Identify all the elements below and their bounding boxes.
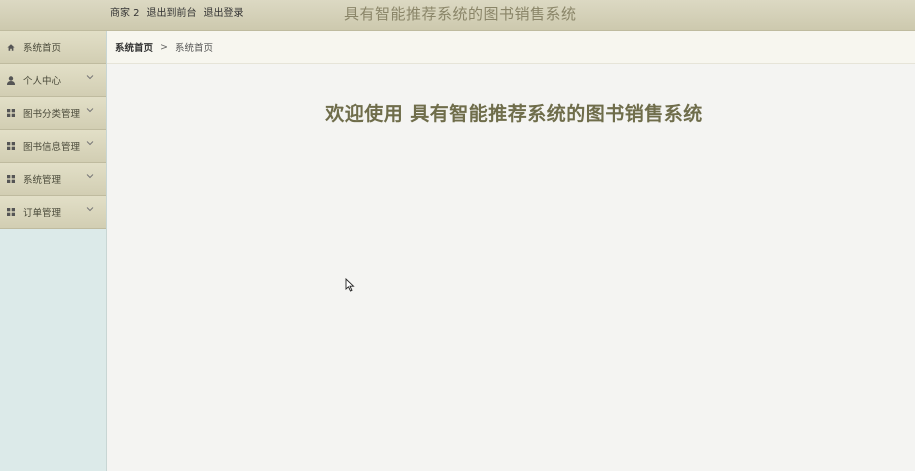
sidebar-item-label: 图书分类管理 — [23, 109, 81, 120]
breadcrumb-current: 系统首页 — [174, 43, 213, 54]
logout-link[interactable]: 退出登录 — [204, 4, 244, 19]
breadcrumb-home-link[interactable]: 系统首页 — [115, 40, 153, 54]
user-links: 商家 2 退出到前台 退出登录 — [110, 4, 244, 19]
username-label: 商家 2 — [110, 8, 140, 19]
sidebar-item-book-category[interactable]: 图书分类管理 — [0, 97, 106, 130]
sidebar-item-order-management[interactable]: 订单管理 — [0, 196, 106, 229]
grid-icon — [7, 175, 15, 183]
sidebar-item-personal-center[interactable]: 个人中心 — [0, 64, 106, 97]
sidebar-item-home[interactable]: 系统首页 — [0, 31, 106, 64]
chevron-down-icon — [86, 75, 94, 80]
sidebar-item-system-management[interactable]: 系统管理 — [0, 163, 106, 196]
chevron-down-icon — [86, 108, 94, 113]
sidebar-item-label: 系统首页 — [23, 43, 62, 54]
grid-icon — [7, 109, 15, 117]
app-title: 具有智能推荐系统的图书销售系统 — [344, 5, 577, 23]
breadcrumb: 系统首页 > 系统首页 — [107, 31, 915, 64]
main-content: 系统首页 > 系统首页 欢迎使用 具有智能推荐系统的图书销售系统 — [107, 31, 915, 471]
breadcrumb-separator: > — [160, 41, 168, 53]
sidebar-item-book-info[interactable]: 图书信息管理 — [0, 130, 106, 163]
home-icon — [7, 43, 15, 51]
sidebar-item-label: 图书信息管理 — [23, 142, 81, 153]
grid-icon — [7, 208, 15, 216]
chevron-down-icon — [86, 174, 94, 179]
sidebar: 系统首页 个人中心 图书分类管理 图书信息管理 系统管理 订单管理 — [0, 31, 107, 471]
chevron-down-icon — [86, 207, 94, 212]
welcome-heading: 欢迎使用 具有智能推荐系统的图书销售系统 — [325, 103, 703, 125]
grid-icon — [7, 142, 15, 150]
sidebar-item-label: 订单管理 — [23, 208, 62, 219]
mouse-cursor-icon — [345, 278, 355, 292]
back-to-front-link[interactable]: 退出到前台 — [147, 4, 197, 19]
user-icon — [7, 75, 15, 85]
top-bar: 商家 2 退出到前台 退出登录 具有智能推荐系统的图书销售系统 — [0, 0, 915, 31]
chevron-down-icon — [86, 141, 94, 146]
sidebar-item-label: 系统管理 — [23, 175, 62, 186]
sidebar-item-label: 个人中心 — [23, 76, 62, 87]
